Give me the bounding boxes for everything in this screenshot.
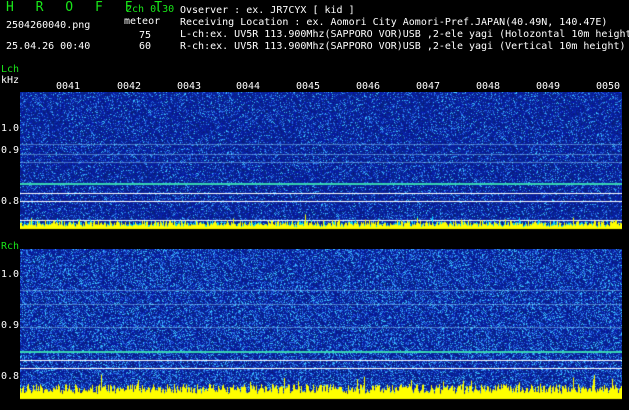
rch-value: 60 xyxy=(139,41,152,52)
time-label: 0043 xyxy=(177,81,202,92)
lch-spectrogram xyxy=(20,92,622,232)
time-label: 0047 xyxy=(416,81,441,92)
time-label: 0041 xyxy=(56,81,81,92)
lch-ytick-0-9: 0.9 xyxy=(1,145,20,156)
filename-label: 2504260040.png xyxy=(6,20,91,31)
observer-label: Ovserver : ex. JR7CYX [ kid ] xyxy=(180,5,355,16)
rch-channel-label: Rch xyxy=(1,241,20,252)
rch-ytick-0-8: 0.8 xyxy=(1,371,20,382)
mode-label: meteor xyxy=(124,16,161,27)
lch-unit-label: kHz xyxy=(1,75,20,86)
time-label: 0042 xyxy=(117,81,142,92)
lch-value: 75 xyxy=(139,30,152,41)
location-label: Receiving Location : ex. Aomori City Aom… xyxy=(180,17,608,28)
lch-ytick-0-8: 0.8 xyxy=(1,196,20,207)
rch-spectrogram xyxy=(20,249,622,402)
time-label: 0050 xyxy=(596,81,621,92)
lch-ytick-1-0: 1.0 xyxy=(1,123,20,134)
rch-ytick-1-0: 1.0 xyxy=(1,269,20,280)
time-label: 0049 xyxy=(536,81,561,92)
rch-spectrogram-canvas xyxy=(20,249,622,402)
version-label: 2ch 0.30 xyxy=(126,4,175,15)
lch-info-label: L-ch:ex. UV5R 113.900Mhz(SAPPORO VOR)USB… xyxy=(180,29,629,40)
time-label: 0045 xyxy=(296,81,321,92)
lch-spectrogram-canvas xyxy=(20,92,622,232)
time-label: 0044 xyxy=(236,81,261,92)
lch-channel-label: Lch xyxy=(1,64,20,75)
datetime-label: 25.04.26 00:40 xyxy=(6,41,91,52)
rch-info-label: R-ch:ex. UV5R 113.900Mhz(SAPPORO VOR)USB… xyxy=(180,41,626,52)
time-label: 0046 xyxy=(356,81,381,92)
rch-ytick-0-9: 0.9 xyxy=(1,320,20,331)
time-label: 0048 xyxy=(476,81,501,92)
